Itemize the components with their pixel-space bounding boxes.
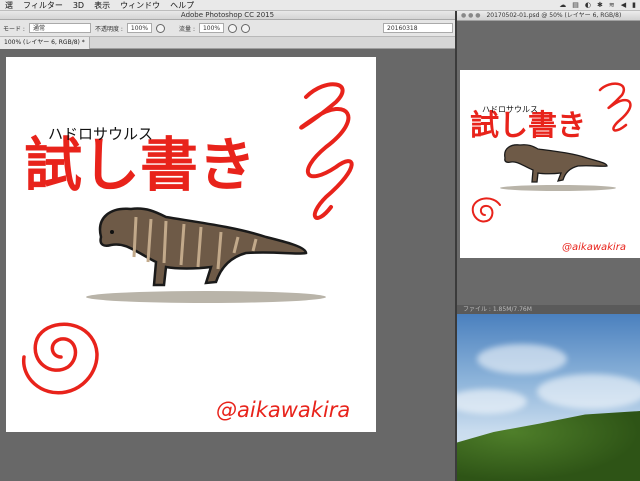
hill-grass: [457, 411, 640, 481]
sync-icon[interactable]: ◐: [585, 1, 591, 9]
mode-label: モード :: [3, 25, 25, 33]
document-tab-bar: 100% (レイヤー 6, RGB/8) *: [0, 37, 455, 49]
menu-bar: 選 フィルター 3D 表示 ウィンドウ ヘルプ ☁ ▤ ◐ ✱ ≋ ◀ ▮: [0, 0, 640, 11]
canvas-signature: @aikawakira: [216, 398, 350, 422]
preview-dinosaur-illustration: [500, 144, 616, 191]
red-spiral: [22, 322, 99, 395]
window-controls-icon[interactable]: ● ● ●: [461, 11, 481, 20]
menubar-status-icons: ☁ ▤ ◐ ✱ ≋ ◀ ▮: [559, 1, 640, 9]
document-canvas[interactable]: 試し書き ハドロサウルス @aikawakira: [6, 57, 376, 432]
menu-select[interactable]: 選: [0, 0, 18, 11]
mode-select[interactable]: 通常: [28, 23, 91, 33]
desktop-wallpaper: [457, 314, 640, 481]
airbrush-icon[interactable]: [228, 23, 238, 33]
flow-label: 流量 :: [179, 25, 195, 33]
app-title-bar: Adobe Photoshop CC 2015: [0, 11, 455, 20]
menu-filter[interactable]: フィルター: [18, 0, 68, 11]
secondary-canvas-drawing: 試し書き ハドロサウルス @aikawakira: [470, 82, 632, 253]
menu-help[interactable]: ヘルプ: [165, 0, 199, 11]
red-scribble: [299, 82, 354, 220]
file-size-status: ファイル : 1.85M/7.76M: [463, 306, 532, 313]
tool-options-bar: モード : 通常 不透明度 : 100% 流量 : 100% 20160318: [0, 20, 455, 37]
secondary-window-title-bar[interactable]: ● ● ● 20170502-01.psd @ 50% (レイヤー 6, RGB…: [457, 11, 640, 21]
opacity-field[interactable]: 100%: [126, 23, 153, 33]
dinosaur-illustration: [86, 207, 326, 303]
flow-field[interactable]: 100%: [198, 23, 225, 33]
secondary-status-bar: ファイル : 1.85M/7.76M: [457, 305, 640, 314]
secondary-canvas[interactable]: 試し書き ハドロサウルス @aikawakira: [460, 70, 640, 258]
display-icon[interactable]: ▤: [572, 1, 579, 9]
opacity-label: 不透明度 :: [94, 25, 123, 33]
cloud-icon[interactable]: ☁: [559, 1, 566, 9]
wifi-icon[interactable]: ≋: [609, 1, 615, 9]
pressure-size-icon[interactable]: [241, 23, 251, 33]
canvas-drawing: 試し書き ハドロサウルス @aikawakira: [22, 82, 354, 422]
pressure-opacity-icon[interactable]: [156, 23, 166, 33]
battery-icon[interactable]: ▮: [632, 1, 636, 9]
preview-signature: @aikawakira: [562, 242, 626, 253]
menu-3d[interactable]: 3D: [68, 0, 89, 11]
app-title: Adobe Photoshop CC 2015: [180, 11, 275, 19]
canvas-furigana: ハドロサウルス: [48, 125, 153, 143]
menu-view[interactable]: 表示: [89, 0, 115, 11]
preview-furigana: ハドロサウルス: [482, 105, 538, 114]
preset-select[interactable]: 20160318: [383, 23, 453, 33]
bluetooth-icon[interactable]: ✱: [597, 1, 603, 9]
secondary-window-title: 20170502-01.psd @ 50% (レイヤー 6, RGB/8): [486, 12, 622, 19]
menu-window[interactable]: ウィンドウ: [115, 0, 165, 11]
document-tab[interactable]: 100% (レイヤー 6, RGB/8) *: [0, 37, 90, 49]
volume-icon[interactable]: ◀: [621, 1, 626, 9]
